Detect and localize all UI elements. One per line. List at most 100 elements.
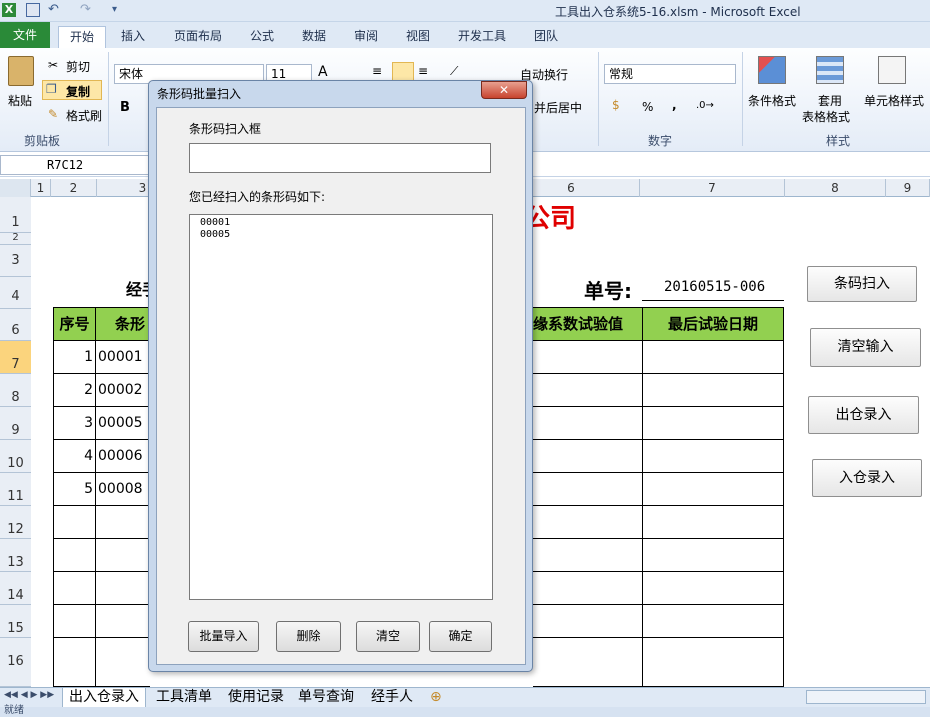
- empty-cell[interactable]: [533, 506, 643, 539]
- empty-cell[interactable]: [533, 605, 643, 638]
- paste-button[interactable]: 粘贴: [8, 92, 32, 109]
- row-header[interactable]: 15: [0, 605, 31, 638]
- seq-cell[interactable]: 2: [53, 374, 96, 407]
- last-date-cell[interactable]: [643, 440, 784, 473]
- sheet-nav-icon[interactable]: ◀◀ ◀ ▶ ▶▶: [4, 690, 54, 700]
- barcode-cell[interactable]: 00006: [96, 440, 150, 473]
- insert-sheet-icon[interactable]: ⊕: [430, 688, 442, 707]
- seq-cell[interactable]: 4: [53, 440, 96, 473]
- cell-styles-button[interactable]: 单元格样式: [864, 92, 924, 109]
- test-value-cell[interactable]: [533, 374, 643, 407]
- empty-cell[interactable]: [643, 506, 784, 539]
- tab-insert[interactable]: 插入: [115, 26, 151, 48]
- last-date-cell[interactable]: [643, 341, 784, 374]
- barcode-cell[interactable]: 00001: [96, 341, 150, 374]
- clear-input-button[interactable]: 清空输入: [810, 328, 921, 367]
- format-painter-button[interactable]: 格式刷: [66, 107, 102, 124]
- merge-center-button[interactable]: 并后居中: [534, 99, 582, 116]
- cut-button[interactable]: 剪切: [66, 58, 90, 75]
- barcode-cell[interactable]: 00008: [96, 473, 150, 506]
- seq-cell[interactable]: 1: [53, 341, 96, 374]
- select-all-corner[interactable]: [0, 179, 31, 197]
- format-as-table-label-1[interactable]: 套用: [818, 92, 842, 109]
- seq-cell[interactable]: 3: [53, 407, 96, 440]
- empty-cell[interactable]: [53, 605, 96, 638]
- column-header[interactable]: 2: [51, 179, 97, 197]
- row-header[interactable]: 7: [0, 341, 31, 374]
- customize-qat-icon[interactable]: ▾: [112, 3, 126, 17]
- tab-formulas[interactable]: 公式: [244, 26, 280, 48]
- sheet-tab-inout-entry[interactable]: 出入仓录入: [62, 688, 146, 707]
- row-header[interactable]: 1: [0, 197, 31, 233]
- column-header[interactable]: 8: [785, 179, 886, 197]
- tab-team[interactable]: 团队: [528, 26, 564, 48]
- undo-icon[interactable]: ↶: [48, 3, 62, 17]
- comma-button[interactable]: ,: [672, 98, 677, 112]
- scanned-barcodes-textarea[interactable]: 00001 00005: [189, 214, 493, 600]
- redo-icon[interactable]: ↷: [80, 3, 94, 17]
- row-header[interactable]: 11: [0, 473, 31, 506]
- grow-font-icon[interactable]: A: [318, 64, 328, 80]
- last-date-cell[interactable]: [643, 374, 784, 407]
- empty-cell[interactable]: [53, 506, 96, 539]
- row-header[interactable]: 2: [0, 233, 31, 245]
- barcode-scan-button[interactable]: 条码扫入: [807, 266, 917, 302]
- column-header[interactable]: 1: [31, 179, 51, 197]
- barcode-cell[interactable]: 00002: [96, 374, 150, 407]
- barcode-cell[interactable]: 00005: [96, 407, 150, 440]
- number-format-combo[interactable]: 常规: [604, 64, 736, 84]
- copy-button[interactable]: 复制: [66, 83, 90, 100]
- bold-button[interactable]: B: [120, 100, 130, 115]
- empty-cell[interactable]: [643, 638, 784, 687]
- center-align-button[interactable]: [392, 62, 414, 82]
- cell-styles-icon[interactable]: [878, 56, 906, 84]
- empty-cell[interactable]: [533, 638, 643, 687]
- orientation-icon[interactable]: ⟋: [450, 64, 458, 79]
- test-value-cell[interactable]: [533, 407, 643, 440]
- empty-cell[interactable]: [96, 605, 150, 638]
- format-as-table-label-2[interactable]: 表格格式: [802, 108, 850, 125]
- empty-cell[interactable]: [53, 638, 96, 687]
- test-value-cell[interactable]: [533, 341, 643, 374]
- empty-cell[interactable]: [96, 572, 150, 605]
- conditional-formatting-button[interactable]: 条件格式: [748, 92, 796, 109]
- row-header[interactable]: 13: [0, 539, 31, 572]
- row-header[interactable]: 3: [0, 245, 31, 277]
- empty-cell[interactable]: [643, 572, 784, 605]
- sheet-tab-tool-list[interactable]: 工具清单: [154, 688, 214, 707]
- test-value-cell[interactable]: [533, 473, 643, 506]
- batch-import-button[interactable]: 批量导入: [188, 621, 259, 652]
- ok-button[interactable]: 确定: [429, 621, 492, 652]
- bottom-align-icon[interactable]: ≡: [418, 64, 428, 78]
- top-align-icon[interactable]: ≡: [372, 64, 382, 78]
- format-as-table-icon[interactable]: [816, 56, 844, 84]
- empty-cell[interactable]: [533, 572, 643, 605]
- empty-cell[interactable]: [53, 539, 96, 572]
- percent-button[interactable]: %: [642, 100, 653, 114]
- empty-cell[interactable]: [96, 539, 150, 572]
- row-header[interactable]: 4: [0, 277, 31, 309]
- empty-cell[interactable]: [96, 506, 150, 539]
- column-header[interactable]: 9: [886, 179, 930, 197]
- test-value-cell[interactable]: [533, 440, 643, 473]
- tab-developer[interactable]: 开发工具: [452, 26, 512, 48]
- tab-page-layout[interactable]: 页面布局: [168, 26, 228, 48]
- sheet-tab-handler[interactable]: 经手人: [368, 688, 416, 707]
- tab-review[interactable]: 审阅: [348, 26, 384, 48]
- last-date-cell[interactable]: [643, 407, 784, 440]
- row-header[interactable]: 12: [0, 506, 31, 539]
- format-painter-icon[interactable]: ✎: [48, 107, 58, 121]
- row-header[interactable]: 6: [0, 309, 31, 341]
- tab-file[interactable]: 文件: [0, 22, 50, 48]
- seq-cell[interactable]: 5: [53, 473, 96, 506]
- clear-button[interactable]: 清空: [356, 621, 420, 652]
- last-date-cell[interactable]: [643, 473, 784, 506]
- tab-home[interactable]: 开始: [58, 26, 106, 48]
- cut-icon[interactable]: ✂: [48, 58, 58, 72]
- row-header[interactable]: 14: [0, 572, 31, 605]
- horizontal-scrollbar[interactable]: [806, 690, 926, 704]
- conditional-formatting-icon[interactable]: [758, 56, 786, 84]
- sheet-tab-usage-log[interactable]: 使用记录: [226, 688, 286, 707]
- outbound-entry-button[interactable]: 出仓录入: [808, 396, 919, 434]
- inbound-entry-button[interactable]: 入仓录入: [812, 459, 922, 497]
